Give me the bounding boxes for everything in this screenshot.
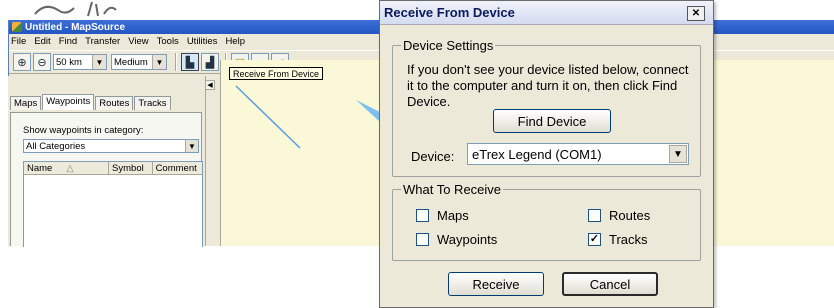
annotation-callout (356, 100, 380, 122)
routes-checkbox[interactable]: Routes (588, 208, 650, 223)
device-label: Device: (411, 149, 455, 164)
device-select[interactable]: eTrex Legend (COM1) ▼ (467, 143, 689, 165)
maps-checkbox[interactable]: Maps (416, 208, 469, 223)
dialog-title: Receive From Device (384, 5, 515, 20)
chevron-down-icon: ▼ (669, 145, 687, 163)
device-settings-group: Device Settings If you don't see your de… (392, 38, 701, 177)
device-select-value: eTrex Legend (COM1) (472, 146, 602, 162)
device-instructions: If you don't see your device listed belo… (407, 62, 689, 109)
dialog-titlebar[interactable]: Receive From Device (380, 1, 713, 25)
close-button[interactable]: ✕ (687, 6, 705, 21)
waypoints-label: Waypoints (437, 232, 498, 247)
checkbox-box[interactable] (416, 233, 429, 246)
close-icon: ✕ (691, 8, 701, 19)
checkbox-box[interactable] (416, 209, 429, 222)
checkbox-box[interactable]: ✓ (588, 233, 601, 246)
cancel-button[interactable]: Cancel (562, 272, 658, 296)
waypoints-checkbox[interactable]: Waypoints (416, 232, 497, 247)
device-settings-legend: Device Settings (401, 38, 496, 53)
checkbox-box[interactable] (588, 209, 601, 222)
what-to-receive-group: What To Receive (392, 182, 701, 261)
receive-button[interactable]: Receive (448, 272, 544, 296)
tracks-checkbox[interactable]: ✓ Tracks (588, 232, 648, 247)
maps-label: Maps (437, 208, 469, 223)
tracks-label: Tracks (609, 232, 648, 247)
receive-from-device-dialog: Receive From Device ✕ Device Settings If… (379, 0, 714, 308)
annotation-arrow-line (235, 85, 301, 149)
what-to-receive-legend: What To Receive (401, 182, 504, 197)
routes-label: Routes (609, 208, 651, 223)
find-device-button[interactable]: Find Device (493, 109, 611, 133)
